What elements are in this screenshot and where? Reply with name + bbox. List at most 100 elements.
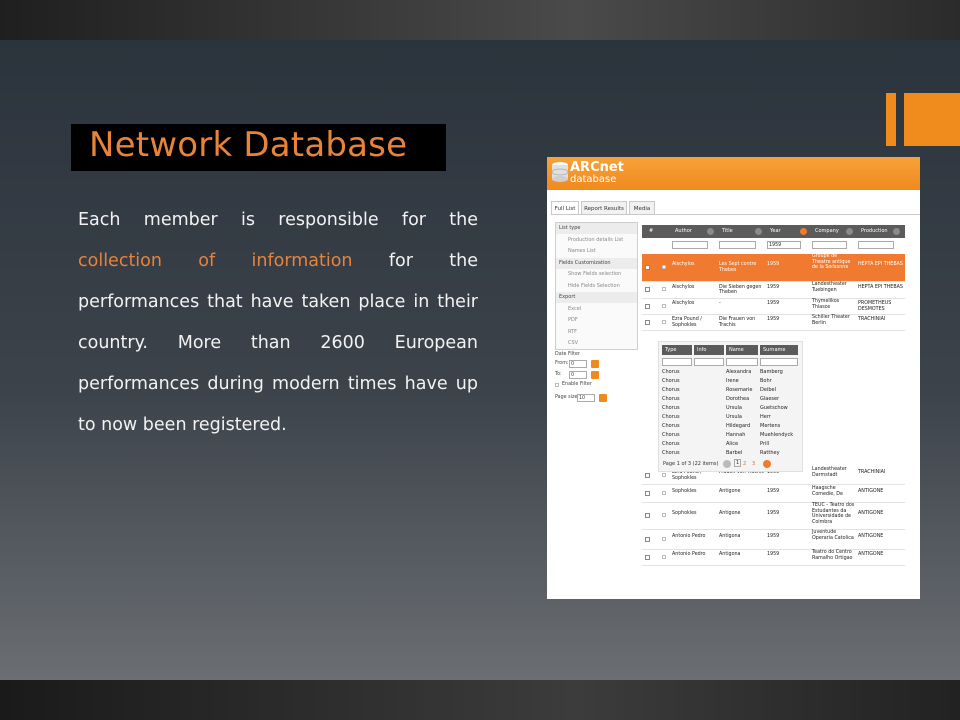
chevron-down-icon[interactable] [707, 228, 714, 235]
row-checkbox[interactable] [662, 264, 666, 269]
filter-icon[interactable] [709, 241, 714, 249]
subgrid-cell: Hannah [726, 432, 746, 438]
subgrid-cell: Chorus [662, 378, 680, 384]
prev-page-icon[interactable] [723, 460, 731, 468]
column-filter-input[interactable]: 1959 [767, 241, 801, 249]
to-spinner[interactable] [591, 371, 599, 379]
column-filter-input[interactable] [858, 241, 894, 249]
to-input[interactable]: 0 [569, 371, 587, 379]
subgrid-filter-input[interactable] [694, 358, 724, 366]
chevron-down-icon[interactable] [755, 228, 762, 235]
filter-icon[interactable] [848, 241, 853, 249]
subgrid-cell: Chorus [662, 441, 680, 447]
table-row[interactable]: Sophokles Antigone 1959 TEUC - Teatro dos E… [642, 503, 905, 529]
cell-author: Sophokles [672, 510, 697, 516]
column-header[interactable]: # [646, 225, 666, 238]
tab-media[interactable]: Media [629, 201, 655, 215]
tab-full-list[interactable]: Full List [551, 201, 579, 215]
cell-production: HEPTA EPI THEBAS [858, 262, 903, 267]
from-spinner[interactable] [591, 360, 599, 368]
row-checkbox[interactable] [662, 513, 666, 517]
subgrid-row[interactable]: Chorus Alice Prill [659, 440, 804, 449]
table-row[interactable]: Ezra Pound / Sophokles Die Frauen von Tra… [642, 315, 905, 330]
subgrid-row[interactable]: Chorus Alexandra Bamberg [659, 368, 804, 377]
row-checkbox[interactable] [662, 303, 666, 308]
subgrid-filter-input[interactable] [760, 358, 798, 366]
subgrid-column-header[interactable]: Surname [760, 345, 798, 355]
subgrid-row[interactable]: Chorus Ursula Herr [659, 413, 804, 422]
sidebar-option[interactable]: Hide Fields Selection [556, 281, 637, 292]
sidebar-option[interactable]: Names List [556, 246, 637, 257]
row-checkbox[interactable] [662, 319, 666, 324]
database-icon [551, 162, 569, 182]
sidebar-option[interactable]: RTF [556, 327, 637, 338]
filter-icon[interactable] [757, 241, 762, 249]
chevron-down-icon[interactable] [846, 228, 853, 235]
subgrid-cell: Dorothea [726, 396, 750, 402]
subgrid-row[interactable]: Chorus Hannah Muehlendyck [659, 431, 804, 440]
subgrid-row[interactable]: Chorus Rosemarie Deibel [659, 386, 804, 395]
column-filter-input[interactable] [672, 241, 708, 249]
column-filter-input[interactable] [812, 241, 847, 249]
filter-icon[interactable] [802, 241, 807, 249]
enable-filter-checkbox[interactable] [555, 383, 559, 387]
filter-icon[interactable] [895, 241, 900, 249]
row-divider [642, 565, 905, 566]
table-row[interactable]: Aischylos - 1959 Thymelikos Thiasos PROMETHE… [642, 299, 905, 314]
page-size-input[interactable]: 10 [577, 394, 595, 402]
expand-icon[interactable] [645, 472, 650, 478]
collapse-icon[interactable] [645, 319, 650, 325]
row-checkbox[interactable] [662, 554, 666, 559]
from-input[interactable]: 0 [569, 360, 587, 368]
cell-title: Antigone [719, 510, 741, 516]
row-checkbox[interactable] [662, 287, 666, 291]
expand-icon[interactable] [645, 287, 650, 292]
table-row[interactable]: Aischylos Les Sept contre Thebes 1959 Group… [642, 254, 905, 281]
expand-icon[interactable] [645, 536, 650, 542]
table-row[interactable]: Aischylos Die Sieben gegen Theben 1959 Land… [642, 282, 905, 298]
subgrid-column-header[interactable]: Info [694, 345, 724, 355]
row-checkbox[interactable] [662, 472, 666, 477]
next-page-icon[interactable] [763, 460, 771, 468]
subgrid-row[interactable]: Chorus Hildegard Mertens [659, 422, 804, 431]
row-checkbox[interactable] [662, 491, 666, 495]
expand-icon[interactable] [645, 554, 650, 560]
sidebar-option[interactable]: PDF [556, 315, 637, 326]
cell-author: Aischylos [672, 284, 695, 290]
subgrid-filter-input[interactable] [662, 358, 692, 366]
expand-icon[interactable] [645, 513, 650, 518]
expand-icon[interactable] [645, 491, 650, 496]
chevron-down-icon[interactable] [893, 228, 900, 235]
subgrid-row[interactable]: Chorus Ursula Guetschow [659, 404, 804, 413]
subgrid-row[interactable]: Chorus Dorothea Glaeser [659, 395, 804, 404]
expand-icon[interactable] [645, 303, 650, 309]
tab-report-results[interactable]: Report Results [581, 201, 627, 215]
subgrid-row[interactable]: Chorus Irene Bohr [659, 377, 804, 386]
sidebar-option[interactable]: CSV [556, 338, 637, 349]
subgrid-cell: Ursula [726, 405, 742, 411]
subgrid-filter-input[interactable] [726, 358, 758, 366]
subgrid-row[interactable]: Chorus Barbel Ratthey [659, 449, 804, 458]
sidebar-option[interactable]: Production details List [556, 235, 637, 246]
subgrid-column-header[interactable]: Name [726, 345, 758, 355]
row-checkbox[interactable] [662, 536, 666, 541]
row-selected-marker[interactable] [645, 264, 650, 270]
table-row[interactable]: Antonio Pedro Antigona 1959 Teatro do Centr… [642, 550, 905, 565]
to-label: To: [555, 372, 562, 377]
cell-production: ANTIGONE [858, 510, 884, 516]
cell-company: Thymelikos Thiasos [812, 299, 840, 310]
cell-production: ANTIGONE [858, 534, 884, 539]
page-link[interactable]: 2 [743, 461, 746, 467]
slide-title: Network Database [89, 125, 408, 165]
sidebar-option[interactable]: Excel [556, 304, 637, 315]
sort-icon[interactable] [800, 228, 807, 235]
page-link[interactable]: 3 [752, 461, 755, 467]
table-row[interactable]: Antonio Pedro Antigona 1959 Juventude Opera… [642, 530, 905, 549]
cell-production: TRACHINIAI [858, 470, 886, 475]
subgrid-column-header[interactable]: Type [662, 345, 692, 355]
table-row[interactable]: Sophokles Antigone 1959 Haagsche Comedie, D… [642, 486, 905, 502]
page-size-spinner[interactable] [599, 394, 607, 402]
column-filter-input[interactable] [719, 241, 756, 249]
sidebar-option[interactable]: Show Fields selection [556, 269, 637, 280]
page-link[interactable]: 1 [734, 459, 742, 467]
